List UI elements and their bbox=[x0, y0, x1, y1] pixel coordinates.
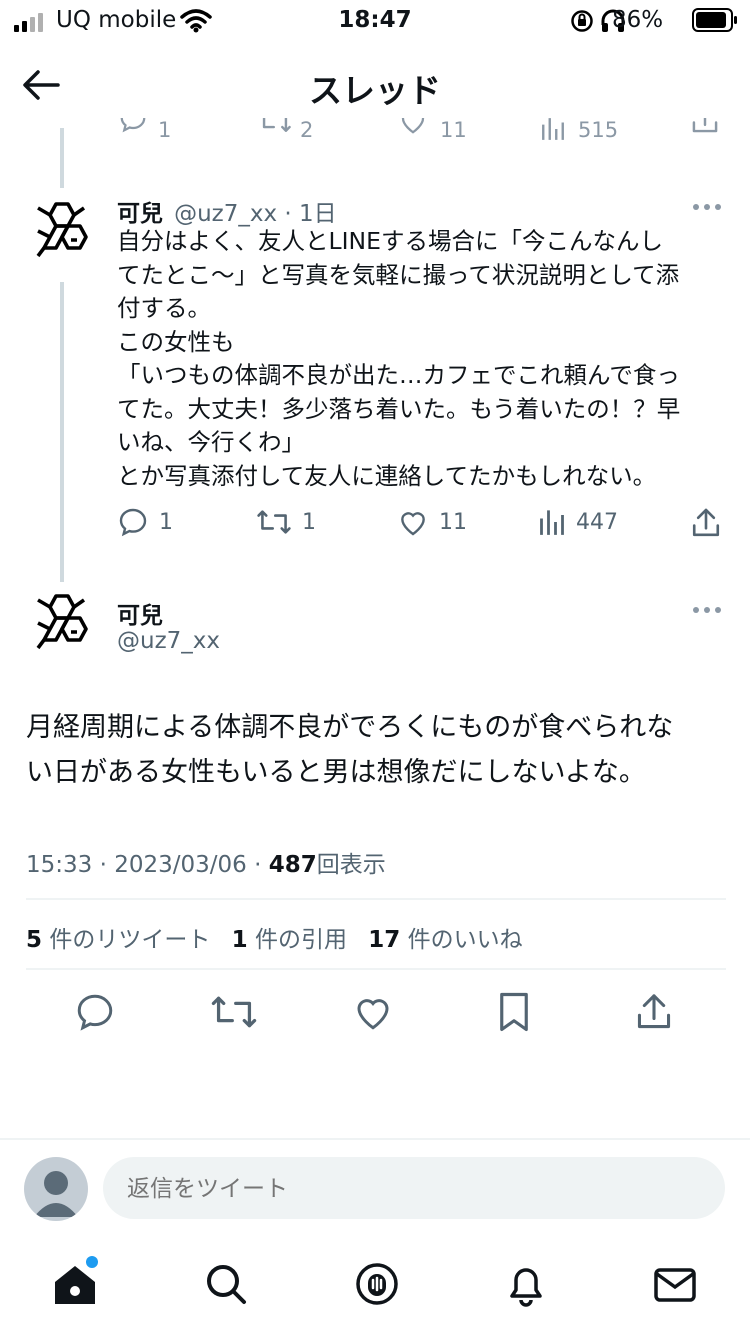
likes-count: 17 bbox=[368, 927, 401, 953]
notification-dot bbox=[86, 1256, 98, 1268]
share-icon[interactable] bbox=[690, 118, 720, 136]
previous-like-count: 11 bbox=[440, 118, 467, 142]
views-icon bbox=[540, 510, 564, 535]
quotes-label: 件の引用 bbox=[254, 927, 347, 953]
retweet-icon[interactable] bbox=[258, 118, 292, 136]
tweet-text: 自分はよく、友人とLINEする場合に「今こんなんし てたとこ〜」と写真を気軽に撮… bbox=[117, 227, 681, 490]
main-tweet-text: 月経周期による体調不良がでろくにものが食べられな い日がある女性もいると男は想像… bbox=[26, 712, 674, 788]
bookmark-icon[interactable] bbox=[496, 991, 532, 1033]
previous-view-count: 515 bbox=[578, 118, 619, 142]
tweet-time-date: 15:33 · 2023/03/06 · bbox=[26, 852, 269, 878]
previous-retweet-count: 2 bbox=[300, 118, 314, 142]
reply-icon[interactable] bbox=[118, 118, 148, 134]
views-label: 回表示 bbox=[316, 852, 386, 878]
likes-label: 件のいいね bbox=[407, 927, 523, 953]
quotes-count: 1 bbox=[231, 927, 248, 953]
battery-percent: 86% bbox=[612, 7, 664, 33]
divider bbox=[26, 968, 726, 970]
retweets-stat[interactable]: 5 件のリツイート bbox=[26, 927, 210, 953]
views-icon[interactable] bbox=[540, 118, 566, 144]
avatar[interactable] bbox=[24, 196, 100, 272]
retweet-count: 1 bbox=[302, 509, 316, 535]
quotes-stat[interactable]: 1 件の引用 bbox=[232, 927, 347, 953]
thread-line bbox=[60, 128, 64, 188]
retweet-icon bbox=[257, 510, 291, 534]
heart-icon bbox=[401, 512, 425, 536]
retweets-count: 5 bbox=[26, 927, 43, 953]
view-count: 487 bbox=[268, 852, 317, 878]
tweet-timestamp: 15:33 · 2023/03/06 · 487回表示 bbox=[26, 845, 386, 879]
hexagon-logo-icon bbox=[36, 594, 88, 650]
previous-tweet-actions: 1 2 11 515 bbox=[0, 118, 750, 148]
previous-reply-count: 1 bbox=[158, 118, 172, 142]
author-name[interactable]: 可兒 bbox=[117, 596, 163, 630]
share-icon[interactable] bbox=[690, 506, 722, 540]
author-handle-time[interactable]: @uz7_xx · 1日 bbox=[174, 201, 337, 227]
notifications-bell-icon[interactable] bbox=[502, 1260, 550, 1308]
default-avatar-icon bbox=[34, 1171, 78, 1217]
likes-stat[interactable]: 17 件のいいね bbox=[368, 927, 522, 953]
hexagon-logo-icon bbox=[36, 202, 88, 258]
retweet-icon[interactable] bbox=[210, 991, 258, 1033]
author-handle[interactable]: @uz7_xx bbox=[117, 628, 220, 654]
reply-count: 1 bbox=[159, 509, 173, 535]
more-options-icon[interactable] bbox=[692, 200, 722, 214]
retweets-label: 件のリツイート bbox=[49, 927, 211, 953]
battery-icon bbox=[692, 8, 737, 32]
view-count: 447 bbox=[576, 509, 618, 535]
heart-icon[interactable] bbox=[352, 991, 394, 1033]
heart-icon[interactable] bbox=[398, 118, 428, 136]
like-button[interactable]: 11 bbox=[397, 506, 467, 538]
thread-line bbox=[60, 282, 64, 582]
author-name[interactable]: 可兒 bbox=[117, 201, 163, 227]
divider bbox=[26, 898, 726, 900]
reply-input[interactable] bbox=[103, 1157, 725, 1219]
search-icon[interactable] bbox=[202, 1260, 250, 1308]
like-count: 11 bbox=[439, 509, 467, 535]
reply-button[interactable]: 1 bbox=[117, 506, 173, 538]
engagement-stats: 5 件のリツイート 1 件の引用 17 件のいいね bbox=[26, 920, 523, 954]
page-title: スレッド bbox=[309, 71, 441, 110]
avatar[interactable] bbox=[24, 588, 100, 664]
retweet-button[interactable]: 1 bbox=[256, 506, 316, 538]
status-bar: UQ mobile 18:47 86% bbox=[0, 0, 750, 42]
reply-icon[interactable] bbox=[74, 991, 116, 1033]
spaces-icon[interactable] bbox=[353, 1260, 401, 1308]
orientation-lock-icon bbox=[571, 10, 593, 32]
tweet-header: 可兒 @uz7_xx · 1日 bbox=[117, 194, 337, 228]
bottom-nav bbox=[0, 1240, 750, 1334]
user-avatar[interactable] bbox=[24, 1157, 88, 1221]
reply-icon bbox=[119, 508, 147, 537]
messages-mail-icon[interactable] bbox=[651, 1260, 699, 1308]
more-options-icon[interactable] bbox=[692, 603, 722, 617]
share-icon[interactable] bbox=[634, 991, 674, 1033]
views-button[interactable]: 447 bbox=[538, 506, 618, 538]
